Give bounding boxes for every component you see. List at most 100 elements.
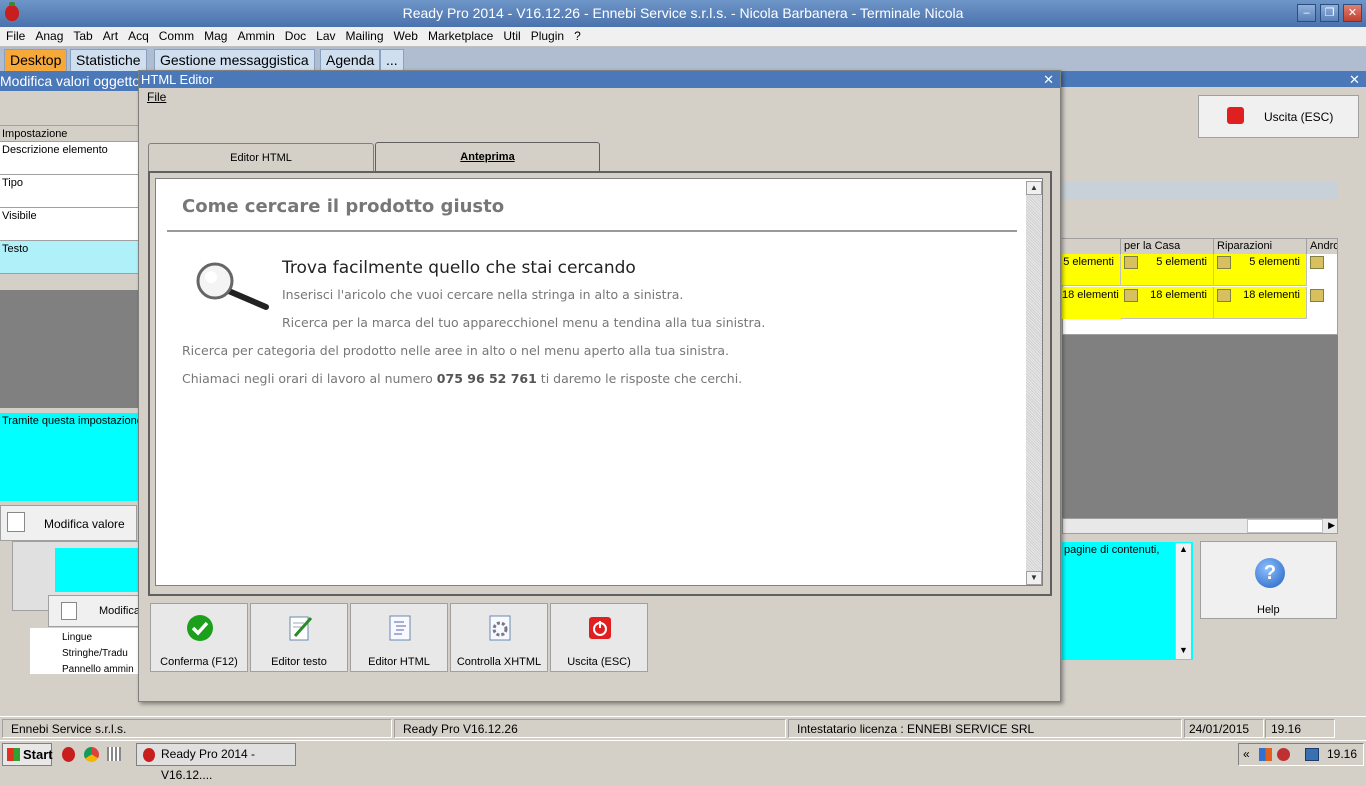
grid-row-impostazione: Impostazione [0, 125, 140, 142]
help-question-icon: ? [1255, 558, 1285, 588]
tab-anteprima[interactable]: Anteprima [375, 142, 600, 173]
column-per-la-casa[interactable]: per la Casa [1121, 239, 1214, 254]
html-editor-title: HTML Editor [139, 71, 1060, 88]
grid-row-visibile[interactable]: Visibile [0, 208, 140, 241]
column-andro[interactable]: Andro [1307, 239, 1338, 254]
menu-art[interactable]: Art [98, 27, 123, 45]
folder-icon [1124, 256, 1138, 269]
editor-menu-file[interactable]: File [147, 90, 166, 104]
close-button[interactable]: ✕ [1343, 4, 1362, 22]
restore-button[interactable]: ❐ [1320, 4, 1339, 22]
strawberry-icon [143, 748, 155, 762]
editor-close-icon[interactable]: ✕ [1043, 71, 1054, 88]
grid-row-descrizione[interactable]: Descrizione elemento [0, 142, 140, 175]
confirm-f12-button[interactable]: Conferma (F12) [150, 603, 248, 672]
menu-help[interactable]: ? [569, 27, 586, 45]
tree-item[interactable]: Stringhe/Tradu [62, 646, 140, 662]
help-label: Help [1257, 604, 1280, 616]
window-title: Ready Pro 2014 - V16.12.26 - Ennebi Serv… [402, 5, 964, 21]
html-editor-button[interactable]: Editor HTML [350, 603, 448, 672]
start-button[interactable]: Start [2, 743, 53, 766]
modify-button-nested[interactable]: Modifica [48, 595, 140, 627]
preview-paragraph: Ricerca per la marca del tuo apparecchio… [282, 315, 766, 330]
right-close-icon[interactable]: ✕ [1349, 72, 1360, 88]
tab-agenda[interactable]: Agenda [320, 49, 381, 71]
modify-value-button[interactable]: Modifica valore [0, 505, 137, 541]
power-icon [1227, 107, 1244, 124]
tab-desktop[interactable]: Desktop [4, 49, 68, 71]
preview-paragraph: Inserisci l'aricolo che vuoi cercare nel… [282, 287, 684, 302]
folder-icon [1310, 289, 1324, 302]
tree-item[interactable]: Lingue [62, 630, 140, 646]
tab-more[interactable]: ... [380, 49, 404, 71]
preview-scrollbar[interactable]: ▲ ▼ [1026, 181, 1042, 585]
menu-marketplace[interactable]: Marketplace [423, 27, 498, 45]
tab-gestione-messaggistica[interactable]: Gestione messaggistica [154, 49, 315, 71]
menu-ammin[interactable]: Ammin [232, 27, 279, 45]
menu-util[interactable]: Util [498, 27, 525, 45]
menu-anag[interactable]: Anag [30, 27, 68, 45]
exit-esc-button[interactable]: Uscita (ESC) [550, 603, 648, 672]
menu-lav[interactable]: Lav [311, 27, 340, 45]
help-button[interactable]: ? Help [1200, 541, 1337, 619]
strawberry-quicklaunch-icon[interactable] [62, 747, 75, 762]
exit-esc-button-bg[interactable]: Uscita (ESC) [1198, 95, 1359, 138]
chrome-icon[interactable] [84, 747, 99, 762]
grid-cell[interactable]: 5 elementi [1062, 254, 1121, 286]
empty-grid-area [0, 290, 140, 408]
menu-comm[interactable]: Comm [154, 27, 199, 45]
modify-values-header: Modifica valori oggetto [0, 71, 140, 91]
check-xhtml-button[interactable]: Controlla XHTML [450, 603, 548, 672]
tab-editor-html[interactable]: Editor HTML [148, 143, 374, 172]
folder-icon [1217, 289, 1231, 302]
menu-file[interactable]: File [1, 27, 30, 45]
horizontal-scrollbar[interactable]: ▶ [1062, 518, 1338, 534]
grid-row-testo[interactable]: Testo [0, 241, 140, 274]
edit-document-icon [61, 602, 77, 620]
tree-list: Lingue Stringhe/Tradu Pannello ammin [30, 628, 140, 674]
grid-cell[interactable]: 18 elementi [1062, 287, 1121, 319]
scroll-down-icon[interactable]: ▼ [1026, 571, 1042, 585]
description-scrollbar[interactable]: ▲ ▼ [1175, 543, 1191, 659]
menu-web[interactable]: Web [389, 27, 423, 45]
taskbar-clock[interactable]: 19.16 [1327, 744, 1357, 765]
minimize-button[interactable]: – [1297, 4, 1316, 22]
tree-item[interactable]: Pannello ammin [62, 662, 140, 674]
scroll-up-icon[interactable]: ▲ [1179, 544, 1188, 554]
right-empty-area [1062, 335, 1338, 518]
text-editor-button[interactable]: Editor testo [250, 603, 348, 672]
scroll-right-icon[interactable]: ▶ [1328, 520, 1335, 531]
tab-statistiche[interactable]: Statistiche [70, 49, 147, 71]
scroll-thumb[interactable] [1247, 519, 1323, 533]
confirm-label: Conferma (F12) [160, 656, 238, 668]
status-date: 24/01/2015 [1184, 719, 1264, 738]
menu-plugin[interactable]: Plugin [526, 27, 569, 45]
grid-row-tipo[interactable]: Tipo [0, 175, 140, 208]
green-check-icon [187, 615, 213, 641]
magnifier-icon [196, 262, 269, 310]
scroll-up-icon[interactable]: ▲ [1026, 181, 1042, 195]
taskbar-task-readypro[interactable]: Ready Pro 2014 - V16.12.... [136, 743, 296, 782]
apps-grid-icon[interactable] [107, 747, 121, 761]
menu-tab[interactable]: Tab [68, 27, 97, 45]
network-icon[interactable] [1305, 748, 1319, 761]
preview-paragraph-phone: Chiamaci negli orari di lavoro al numero… [182, 371, 743, 386]
preview-divider [167, 230, 1017, 232]
tray-app-icon[interactable] [1259, 748, 1272, 761]
preview-heading: Trova facilmente quello che stai cercand… [282, 258, 636, 278]
menu-mag[interactable]: Mag [199, 27, 232, 45]
menu-mailing[interactable]: Mailing [341, 27, 389, 45]
status-version: Ready Pro V16.12.26 [394, 719, 786, 738]
menu-doc[interactable]: Doc [280, 27, 311, 45]
window-title-bar: Ready Pro 2014 - V16.12.26 - Ennebi Serv… [0, 0, 1366, 27]
right-description-box: pagine di contenuti, [1062, 542, 1193, 660]
tray-app-icon[interactable] [1277, 748, 1290, 761]
exit-label: Uscita (ESC) [567, 656, 631, 668]
description-box: Tramite questa impostazione [0, 413, 140, 501]
scroll-down-icon[interactable]: ▼ [1179, 645, 1188, 655]
edit-document-icon [289, 616, 313, 641]
tray-expand-chevron[interactable]: « [1243, 744, 1250, 765]
html-editor-label: Editor HTML [368, 656, 430, 668]
menu-acq[interactable]: Acq [123, 27, 154, 45]
column-riparazioni[interactable]: Riparazioni [1214, 239, 1307, 254]
